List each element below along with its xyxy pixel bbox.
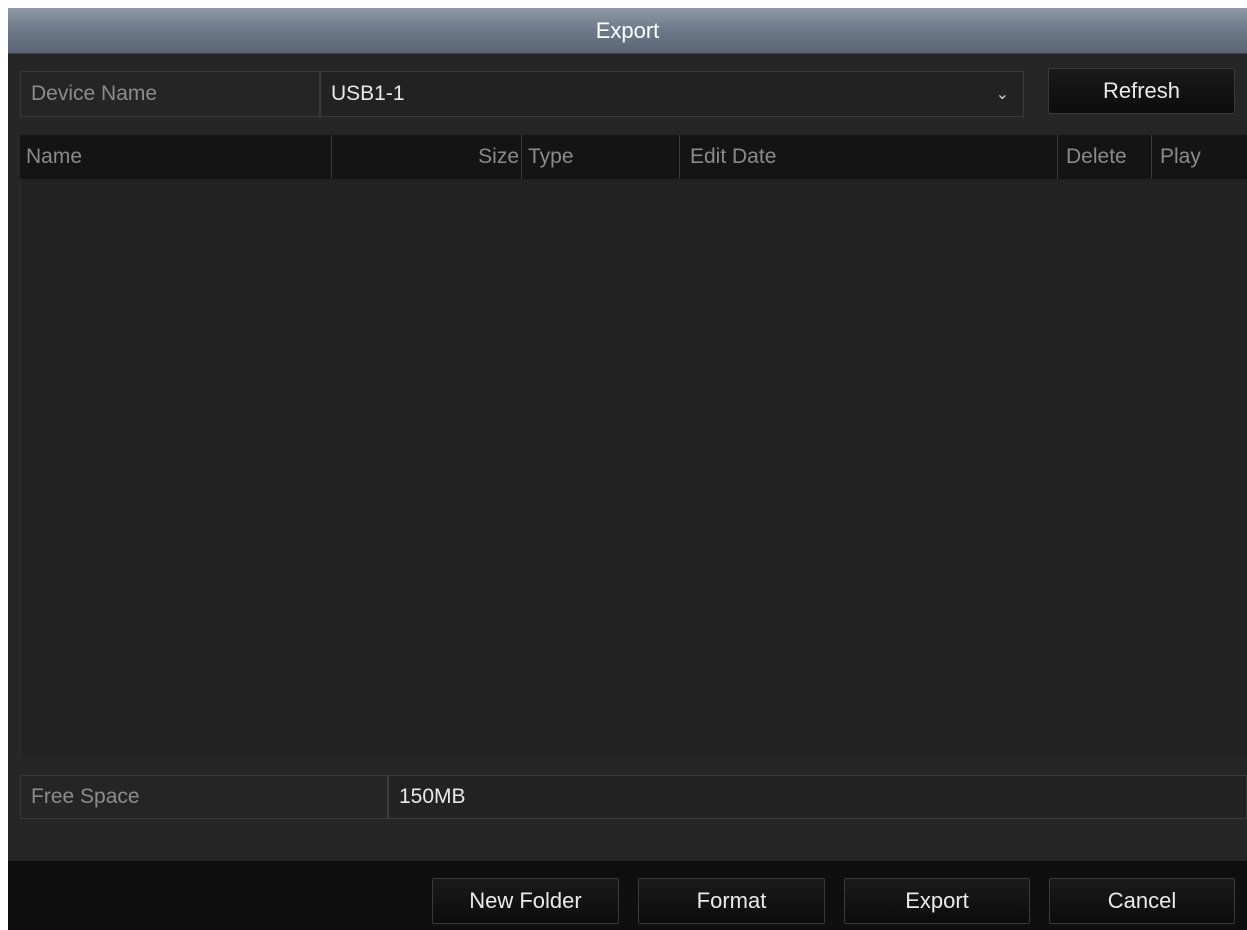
column-header-edit-date-label: Edit Date — [690, 145, 777, 168]
device-select-value: USB1-1 — [331, 82, 405, 105]
device-name-label-text: Device Name — [31, 82, 158, 105]
file-table-header: Name Size Type Edit Date Delete Play — [20, 135, 1247, 179]
column-header-play[interactable]: Play — [1152, 135, 1247, 179]
dialog-title: Export — [595, 18, 660, 43]
export-button-label: Export — [905, 888, 969, 913]
device-select[interactable]: USB1-1 ⌄ — [320, 71, 1024, 117]
refresh-button[interactable]: Refresh — [1048, 68, 1235, 114]
button-bar: New Folder Format Export Cancel — [8, 861, 1247, 930]
new-folder-button[interactable]: New Folder — [432, 878, 619, 924]
column-header-name-label: Name — [26, 145, 83, 168]
chevron-down-icon: ⌄ — [995, 86, 1009, 103]
format-button-label: Format — [696, 888, 767, 913]
cancel-button[interactable]: Cancel — [1049, 878, 1235, 924]
title-bar: Export — [8, 8, 1247, 54]
refresh-button-label: Refresh — [1102, 78, 1181, 103]
column-header-delete[interactable]: Delete — [1058, 135, 1152, 179]
column-header-edit-date[interactable]: Edit Date — [680, 135, 1058, 179]
free-space-value: 150MB — [388, 775, 1247, 819]
export-button[interactable]: Export — [844, 878, 1030, 924]
format-button[interactable]: Format — [638, 878, 825, 924]
free-space-label: Free Space — [20, 775, 388, 819]
file-list[interactable] — [20, 179, 1247, 757]
column-header-name[interactable]: Name — [20, 135, 332, 179]
column-header-delete-label: Delete — [1066, 145, 1127, 168]
free-space-value-text: 150MB — [399, 785, 466, 808]
column-header-size-label: Size — [478, 145, 519, 168]
column-header-type-label: Type — [528, 145, 574, 168]
device-name-label: Device Name — [20, 71, 320, 117]
free-space-label-text: Free Space — [31, 785, 140, 808]
cancel-button-label: Cancel — [1107, 888, 1177, 913]
new-folder-button-label: New Folder — [469, 888, 582, 913]
column-header-type[interactable]: Type — [522, 135, 680, 179]
column-header-play-label: Play — [1160, 145, 1201, 168]
export-dialog: Export Device Name USB1-1 ⌄ Refresh Name… — [8, 8, 1247, 930]
column-header-size[interactable]: Size — [332, 135, 522, 179]
